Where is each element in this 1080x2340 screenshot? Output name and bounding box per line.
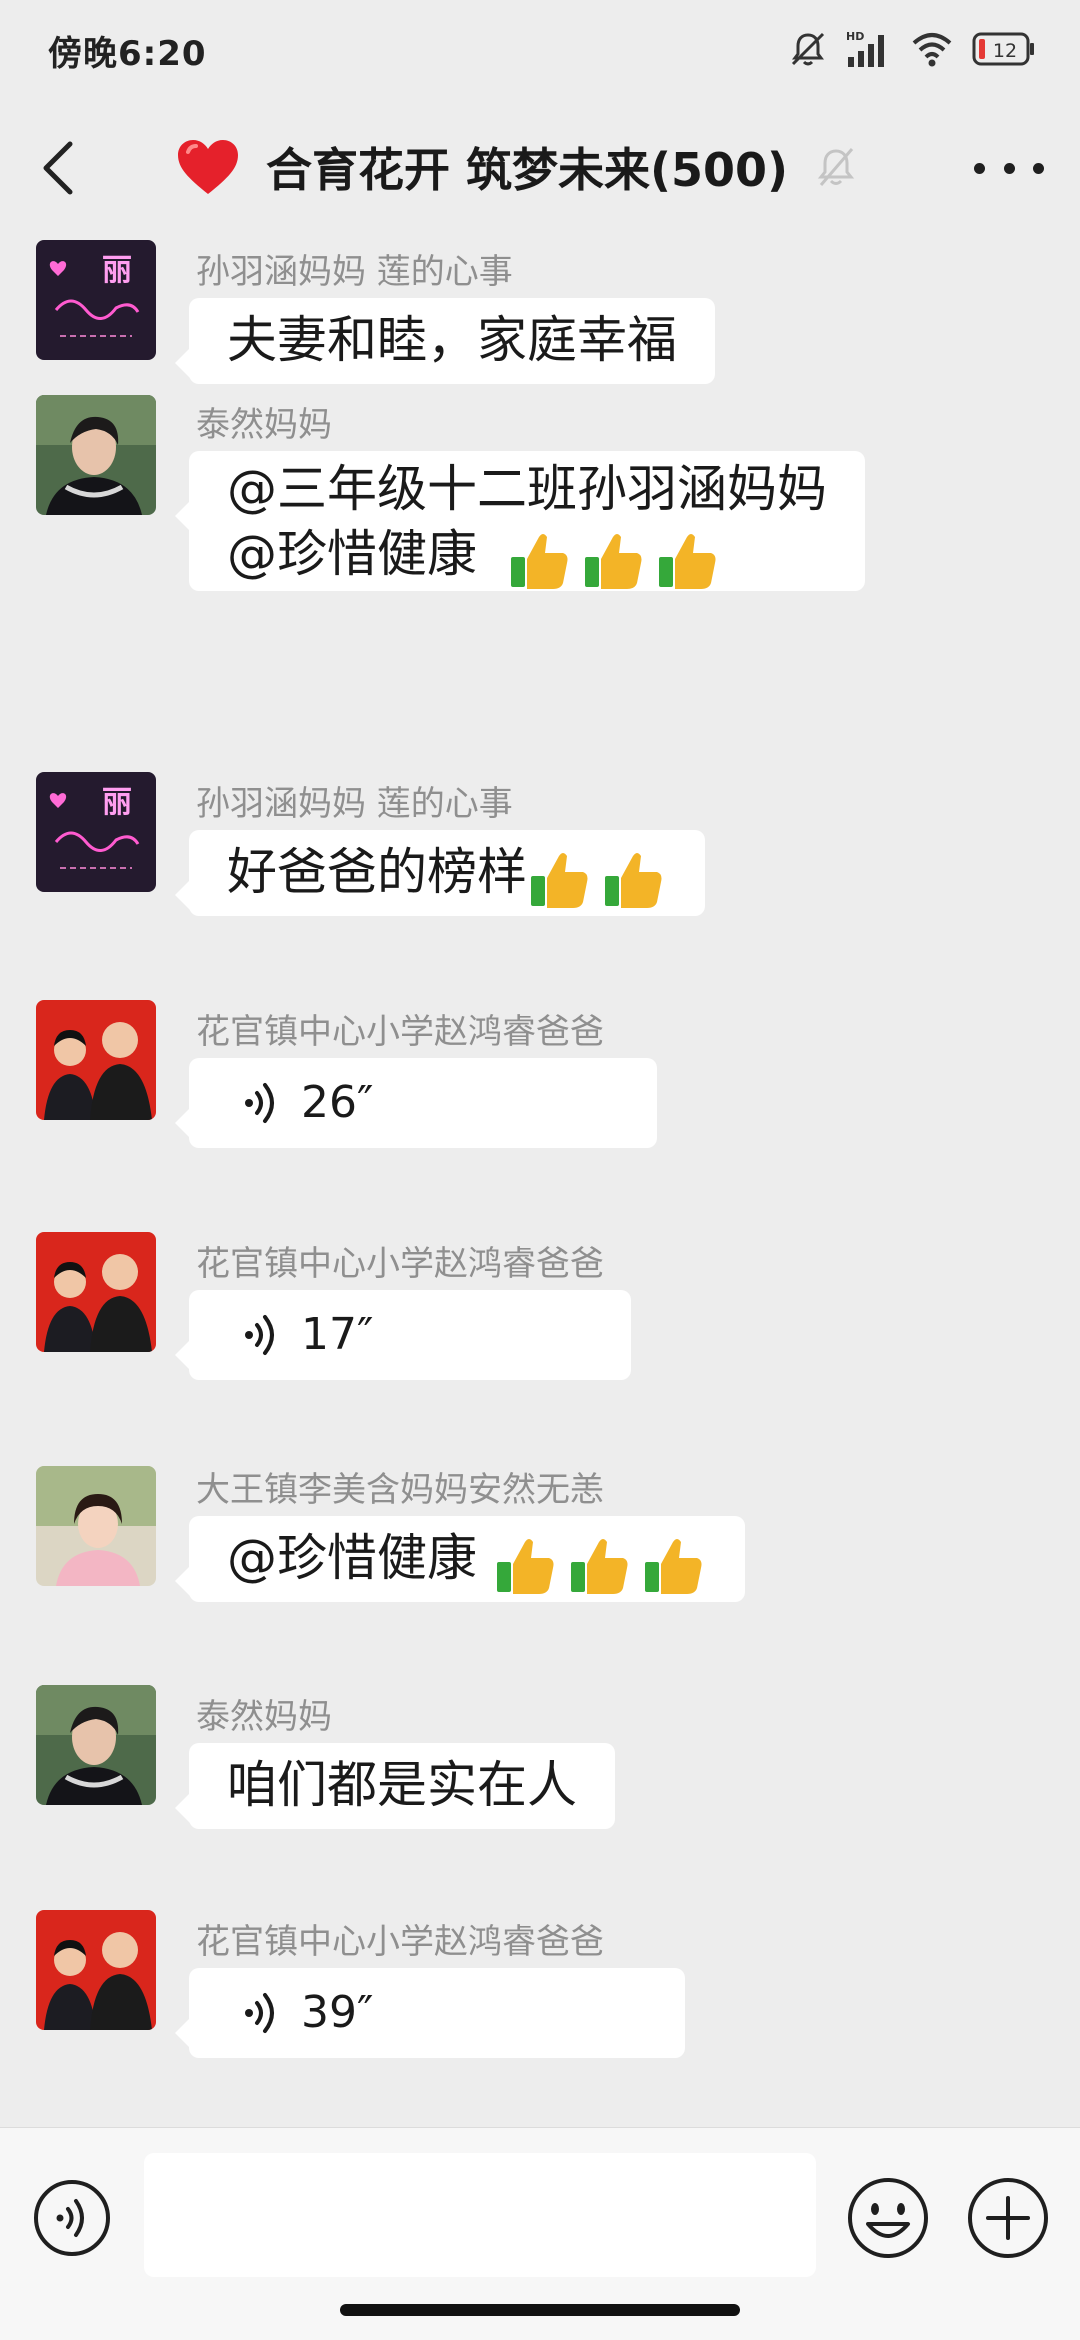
woman-portrait-avatar-icon xyxy=(36,395,156,515)
voice-message: 17″ xyxy=(227,1290,593,1380)
message-text-line: @珍惜健康 xyxy=(227,1516,715,1604)
avatar[interactable] xyxy=(36,1000,156,1120)
avatar[interactable]: 丽 xyxy=(36,772,156,892)
voice-duration: 17″ xyxy=(301,1309,374,1360)
avatar[interactable] xyxy=(36,395,156,515)
neon-sign-avatar-icon: 丽 xyxy=(36,772,156,892)
voice-mode-icon xyxy=(34,2180,110,2256)
chat-header: 合育花开 筑梦未来(500) xyxy=(0,100,1080,240)
more-dot-icon xyxy=(974,162,985,174)
network-label: HD xyxy=(846,30,864,43)
voice-message-bubble[interactable]: 39″ xyxy=(175,1968,685,2058)
avatar[interactable] xyxy=(36,1685,156,1805)
sender-name: 花官镇中心小学赵鸿睿爸爸 xyxy=(196,1012,604,1052)
plus-icon xyxy=(968,2178,1048,2258)
thumbs-up-group xyxy=(507,522,729,594)
message-text-line2: @珍惜健康 xyxy=(227,519,827,593)
voice-message-bubble[interactable]: 17″ xyxy=(175,1290,631,1380)
smiley-icon xyxy=(848,2178,928,2258)
emoji-button[interactable] xyxy=(846,2176,930,2260)
father-son-avatar-icon xyxy=(36,1000,156,1120)
voice-message: 39″ xyxy=(227,1968,647,2058)
message-bubble[interactable]: @珍惜健康 xyxy=(175,1516,745,1604)
more-options-button[interactable] xyxy=(974,150,1044,186)
chevron-left-icon xyxy=(43,141,73,195)
thumbs-up-group xyxy=(527,834,675,918)
voice-input-button[interactable] xyxy=(32,2178,112,2258)
thumbs-up-group xyxy=(493,1520,715,1604)
home-indicator[interactable] xyxy=(340,2304,740,2316)
svg-text:丽: 丽 xyxy=(102,253,132,288)
chat-title-group[interactable]: 合育花开 筑梦未来(500) xyxy=(176,132,856,202)
back-button[interactable] xyxy=(30,136,90,200)
message-bubble[interactable]: 夫妻和睦，家庭幸福 xyxy=(175,298,715,384)
voice-wave-icon xyxy=(245,1315,274,1355)
voice-duration: 26″ xyxy=(301,1077,374,1128)
message-bubble[interactable]: @三年级十二班孙羽涵妈妈 @珍惜健康 xyxy=(175,451,865,593)
thumbs-up-icon xyxy=(531,853,588,908)
message-bubble[interactable]: 咱们都是实在人 xyxy=(175,1743,615,1829)
sender-name: 孙羽涵妈妈 莲的心事 xyxy=(196,784,513,824)
thumbs-up-icon xyxy=(605,853,662,908)
message-input[interactable] xyxy=(144,2153,816,2277)
sender-name: 大王镇李美含妈妈安然无恙 xyxy=(196,1470,604,1510)
wifi-icon xyxy=(910,29,954,69)
more-dot-icon xyxy=(1003,162,1015,174)
battery-level: 12 xyxy=(993,40,1017,62)
sender-name: 泰然妈妈 xyxy=(196,1697,332,1737)
more-functions-button[interactable] xyxy=(966,2176,1050,2260)
message-bubble[interactable]: 好爸爸的榜样 xyxy=(175,830,705,918)
chat-title: 合育花开 筑梦未来(500) xyxy=(266,143,789,197)
chat-screen: 傍晚6:20 HD 12 合育花开 筑梦未来(500) 丽 孙羽涵妈妈 莲的心事… xyxy=(0,0,1080,2340)
voice-message: 26″ xyxy=(227,1058,619,1148)
voice-wave-icon xyxy=(245,1083,274,1123)
message-text: @三年级十二班孙羽涵妈妈 xyxy=(227,460,827,518)
neon-sign-avatar-icon: 丽 xyxy=(36,240,156,360)
thumbs-up-icon xyxy=(658,534,716,590)
message-text: 咱们都是实在人 xyxy=(227,1756,577,1814)
voice-wave-icon xyxy=(245,1993,274,2033)
girl-portrait-avatar-icon xyxy=(36,1466,156,1586)
father-son-avatar-icon xyxy=(36,1910,156,2030)
thumbs-up-icon xyxy=(496,1539,554,1594)
message-list[interactable]: 丽 孙羽涵妈妈 莲的心事 夫妻和睦，家庭幸福 泰然妈妈 @三年级十二班孙羽涵妈妈… xyxy=(0,240,1080,2127)
father-son-avatar-icon xyxy=(36,1232,156,1352)
svg-text:丽: 丽 xyxy=(102,785,132,820)
status-bar: 傍晚6:20 HD 12 xyxy=(0,0,1080,100)
thumbs-up-icon xyxy=(584,534,642,590)
message-text-line: 好爸爸的榜样 xyxy=(227,830,675,918)
sender-name: 花官镇中心小学赵鸿睿爸爸 xyxy=(196,1244,604,1284)
woman-portrait-avatar-icon xyxy=(36,1685,156,1805)
voice-duration: 39″ xyxy=(301,1987,374,2038)
vibrate-mute-icon xyxy=(788,29,828,69)
mute-bell-icon xyxy=(817,148,855,186)
heart-icon xyxy=(178,140,238,194)
avatar[interactable] xyxy=(36,1232,156,1352)
more-dot-icon xyxy=(1033,162,1044,174)
signal-icon: HD xyxy=(846,29,892,69)
avatar[interactable] xyxy=(36,1466,156,1586)
thumbs-up-icon xyxy=(510,534,568,590)
message-text: 夫妻和睦，家庭幸福 xyxy=(227,311,677,369)
sender-name: 孙羽涵妈妈 莲的心事 xyxy=(196,252,513,292)
thumbs-up-icon xyxy=(570,1539,628,1594)
avatar[interactable]: 丽 xyxy=(36,240,156,360)
thumbs-up-icon xyxy=(644,1539,702,1594)
status-time: 傍晚6:20 xyxy=(48,34,207,74)
status-icons: HD 12 xyxy=(788,26,1036,72)
avatar[interactable] xyxy=(36,1910,156,2030)
battery-icon: 12 xyxy=(972,31,1036,67)
sender-name: 泰然妈妈 xyxy=(196,405,332,445)
voice-message-bubble[interactable]: 26″ xyxy=(175,1058,657,1148)
sender-name: 花官镇中心小学赵鸿睿爸爸 xyxy=(196,1922,604,1962)
